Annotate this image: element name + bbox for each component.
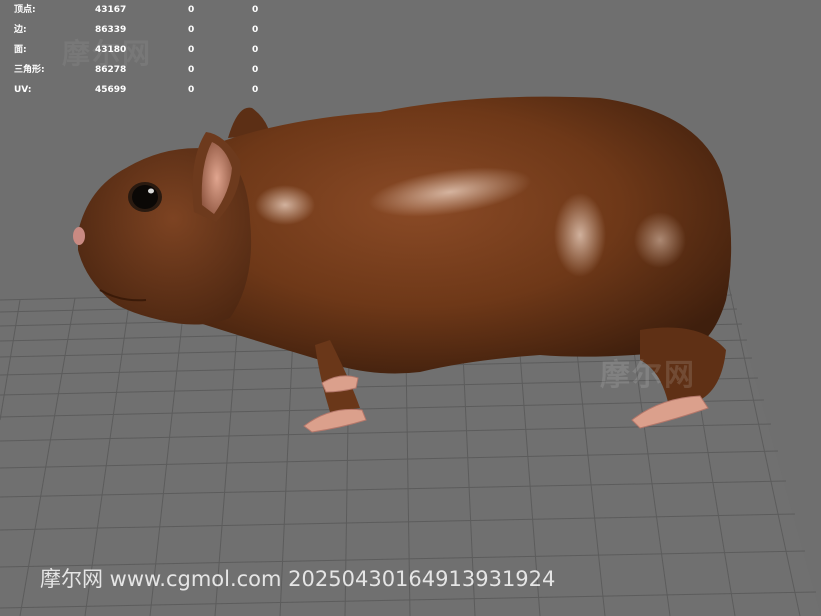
hud-row-vertices: 顶点: 43167 0 0 [14, 0, 284, 20]
3d-viewport[interactable]: 摩尔网 摩尔网 顶点: 43167 0 0 边: 86339 0 0 面: 43… [0, 0, 821, 616]
hud-label: UV: [14, 85, 32, 95]
hud-selected: 0 [188, 25, 195, 35]
poly-count-hud: 顶点: 43167 0 0 边: 86339 0 0 面: 43180 0 0 … [14, 0, 284, 100]
hud-extra: 0 [252, 45, 259, 55]
hud-total: 86339 [95, 25, 127, 35]
hud-label: 边: [14, 25, 27, 35]
hud-selected: 0 [188, 65, 195, 75]
hud-row-edges: 边: 86339 0 0 [14, 20, 284, 40]
watermark-footer-text: 摩尔网 www.cgmol.com 20250430164913931924 [40, 567, 556, 591]
hud-extra: 0 [252, 25, 259, 35]
hud-row-triangles: 三角形: 86278 0 0 [14, 60, 284, 80]
hud-selected: 0 [188, 85, 195, 95]
hud-label: 顶点: [14, 5, 36, 15]
hud-row-faces: 面: 43180 0 0 [14, 40, 284, 60]
hud-extra: 0 [252, 85, 259, 95]
hud-total: 86278 [95, 65, 127, 75]
hud-extra: 0 [252, 65, 259, 75]
hud-row-uvs: UV: 45699 0 0 [14, 80, 284, 100]
watermark-logo-middle: 摩尔网 [600, 358, 696, 393]
hud-extra: 0 [252, 5, 259, 15]
hud-selected: 0 [188, 5, 195, 15]
hud-total: 45699 [95, 85, 127, 95]
hud-label: 面: [14, 45, 27, 55]
hud-total: 43180 [95, 45, 127, 55]
hud-label: 三角形: [14, 65, 45, 75]
hud-total: 43167 [95, 5, 127, 15]
hud-selected: 0 [188, 45, 195, 55]
